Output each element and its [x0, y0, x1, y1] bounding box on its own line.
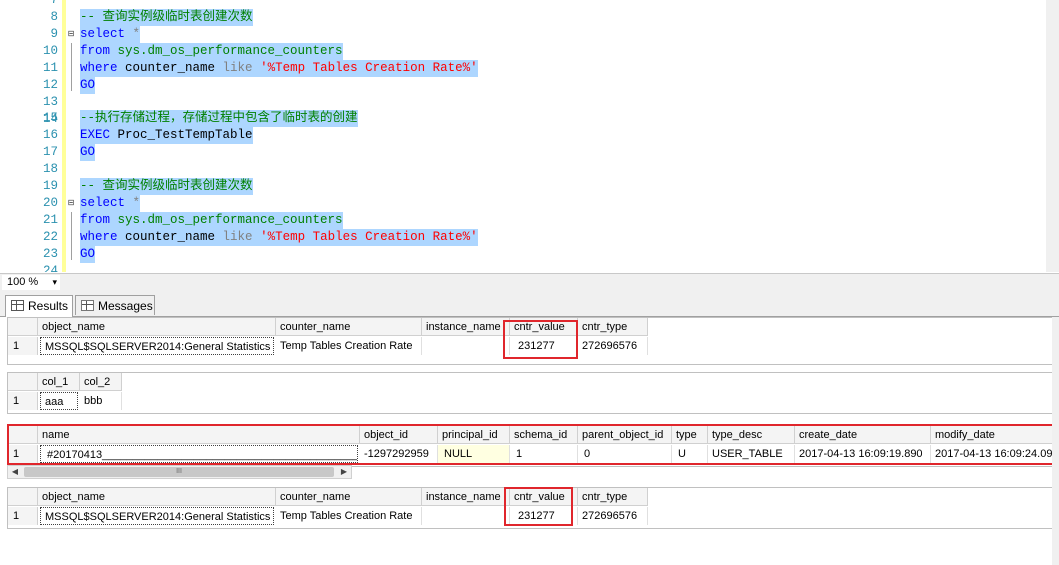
table-cell[interactable]: MSSQL$SQLSERVER2014:General Statistics [40, 507, 274, 525]
line-number: 24 [42, 264, 58, 272]
zoom-select[interactable]: 100 % ▾ [2, 275, 60, 290]
grid-corner[interactable] [8, 373, 38, 391]
line-number: 8 [50, 10, 58, 24]
line-number: 7 [50, 0, 58, 7]
table-cell[interactable]: Temp Tables Creation Rate [276, 337, 422, 355]
grid-icon [11, 300, 24, 311]
tab-label: Messages [98, 299, 153, 313]
code-text: where counter_name like '%Temp Tables Cr… [80, 60, 478, 77]
code-line[interactable]: 8 -- 查询实例级临时表创建次数 [0, 9, 1059, 26]
code-text: select * [80, 195, 141, 212]
code-line[interactable]: 20 ⊟ select * [0, 195, 1059, 212]
code-text: from sys.dm_os_performance_counters [80, 43, 343, 60]
highlight-box [504, 487, 573, 526]
result-tabs: Results Messages [0, 292, 1059, 317]
table-cell[interactable] [422, 507, 510, 525]
line-number: 22 [42, 230, 58, 244]
highlight-box [503, 320, 578, 359]
line-number: 18 [42, 162, 58, 176]
editor-vertical-scrollbar[interactable] [1046, 0, 1059, 272]
zoom-bar: 100 % ▾ [0, 273, 1059, 292]
table-cell[interactable]: 272696576 [578, 507, 648, 525]
line-number: 15 [42, 111, 58, 125]
row-number[interactable]: 1 [8, 507, 38, 525]
table-cell[interactable]: bbb [80, 392, 122, 410]
line-number: 10 [42, 44, 58, 58]
scroll-left-icon[interactable]: ◀ [8, 466, 22, 478]
table-cell[interactable]: MSSQL$SQLSERVER2014:General Statistics [40, 337, 274, 355]
tab-messages[interactable]: Messages [75, 295, 155, 315]
column-header[interactable]: object_name [38, 318, 276, 336]
code-line[interactable]: 18 [0, 161, 1059, 178]
code-line[interactable]: 24 [0, 263, 1059, 272]
results-pane: object_name counter_name instance_name c… [0, 317, 1059, 565]
code-line[interactable]: 9 ⊟ select * [0, 26, 1059, 43]
collapse-region-icon[interactable]: ⊟ [67, 30, 75, 38]
messages-icon [81, 300, 94, 311]
code-line[interactable]: 17 GO [0, 144, 1059, 161]
code-text: GO [80, 77, 96, 94]
scroll-right-icon[interactable]: ▶ [337, 466, 351, 478]
code-text: GO [80, 246, 96, 263]
code-text: where counter_name like '%Temp Tables Cr… [80, 229, 478, 246]
code-line[interactable]: 7 [0, 0, 1059, 9]
column-header[interactable]: col_2 [80, 373, 122, 391]
line-number: 9 [50, 27, 58, 41]
zoom-value: 100 % [7, 276, 39, 288]
code-line[interactable]: 10 from sys.dm_os_performance_counters [0, 43, 1059, 60]
chevron-down-icon: ▾ [52, 277, 57, 287]
code-comment: -- 查询实例级临时表创建次数 [80, 9, 253, 26]
line-number: 20 [42, 196, 58, 210]
row-number[interactable]: 1 [8, 392, 38, 410]
tab-label: Results [28, 299, 69, 313]
code-text: from sys.dm_os_performance_counters [80, 212, 343, 229]
table-cell[interactable]: aaa [40, 392, 78, 410]
line-number: 23 [42, 247, 58, 261]
line-number: 21 [42, 213, 58, 227]
code-comment: --执行存储过程，存储过程中包含了临时表的创建 [80, 110, 358, 127]
table-cell[interactable] [422, 337, 510, 355]
grid-corner[interactable] [8, 318, 38, 336]
row-number[interactable]: 1 [8, 337, 38, 355]
code-line[interactable]: 16 EXEC Proc_TestTempTable [0, 127, 1059, 144]
column-header[interactable]: counter_name [276, 318, 422, 336]
code-line[interactable]: 13 [0, 94, 1059, 111]
column-header[interactable]: col_1 [38, 373, 80, 391]
line-number: 17 [42, 145, 58, 159]
column-header[interactable]: cntr_type [578, 488, 648, 506]
column-header[interactable]: object_name [38, 488, 276, 506]
grid-horizontal-scrollbar[interactable]: ◀ III ▶ [7, 465, 352, 479]
code-line[interactable]: 12 GO [0, 77, 1059, 94]
tab-results[interactable]: Results [5, 295, 73, 317]
grid-corner[interactable] [8, 488, 38, 506]
column-header[interactable]: instance_name [422, 488, 510, 506]
line-number: 12 [42, 78, 58, 92]
code-line[interactable]: 15 --执行存储过程，存储过程中包含了临时表的创建 [0, 110, 1059, 127]
line-number: 11 [42, 61, 58, 75]
highlight-box [7, 424, 1057, 465]
code-text: select * [80, 26, 141, 43]
column-header[interactable]: counter_name [276, 488, 422, 506]
column-header[interactable]: instance_name [422, 318, 510, 336]
line-number: 13 [42, 95, 58, 109]
code-comment: -- 查询实例级临时表创建次数 [80, 178, 253, 195]
code-line[interactable]: 19 -- 查询实例级临时表创建次数 [0, 178, 1059, 195]
query-editor[interactable]: 7 8 -- 查询实例级临时表创建次数 9 ⊟ select * 10 from… [0, 0, 1059, 272]
collapse-region-icon[interactable]: ⊟ [67, 199, 75, 207]
table-cell[interactable]: 272696576 [578, 337, 648, 355]
code-text: EXEC Proc_TestTempTable [80, 127, 253, 144]
editor-horizontal-scrollbar[interactable] [66, 277, 1051, 289]
code-line[interactable]: 22 where counter_name like '%Temp Tables… [0, 229, 1059, 246]
code-text: GO [80, 144, 96, 161]
code-line[interactable]: 11 where counter_name like '%Temp Tables… [0, 60, 1059, 77]
code-line[interactable]: 23 GO [0, 246, 1059, 263]
scroll-thumb[interactable]: III [24, 467, 334, 477]
code-line[interactable]: 21 from sys.dm_os_performance_counters [0, 212, 1059, 229]
result-grid-2[interactable]: col_1 col_2 1 aaa bbb [7, 372, 1059, 414]
line-number: 16 [42, 128, 58, 142]
results-vertical-scrollbar[interactable] [1052, 317, 1059, 565]
line-number: 19 [42, 179, 58, 193]
column-header[interactable]: cntr_type [578, 318, 648, 336]
table-cell[interactable]: Temp Tables Creation Rate [276, 507, 422, 525]
